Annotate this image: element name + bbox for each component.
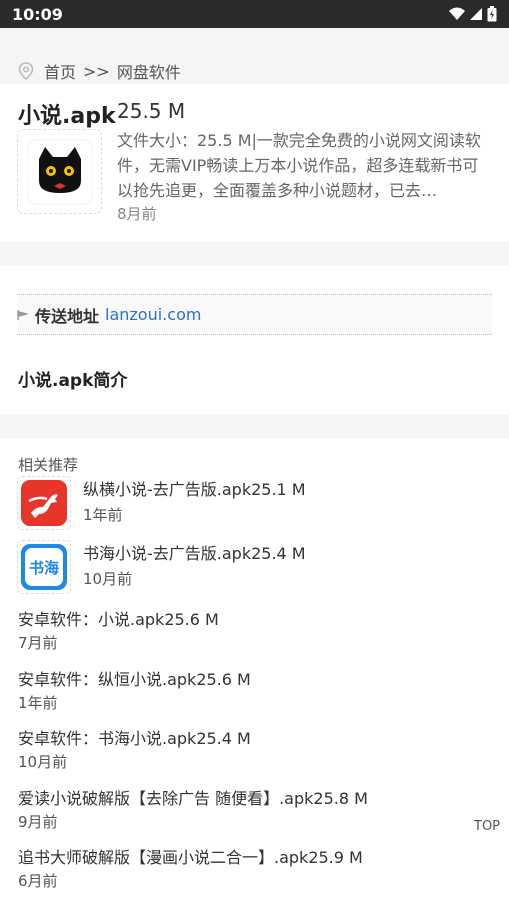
item-name: 追书大师破解版【漫画小说二合一】.apk25.9 M bbox=[18, 848, 363, 867]
transfer-address-label: 传送地址 bbox=[35, 306, 100, 326]
file-name: 小说.apk bbox=[18, 104, 116, 129]
file-size: 25.5 M bbox=[117, 99, 186, 123]
item-time: 6月前 bbox=[18, 872, 58, 890]
list-item[interactable]: 安卓软件：纵恒小说.apk25.6 M 1年前 bbox=[18, 666, 498, 722]
file-app-icon bbox=[17, 129, 102, 214]
back-to-top-button[interactable]: TOP bbox=[474, 819, 500, 834]
item-time: 10月前 bbox=[18, 753, 68, 771]
app-time: 1年前 bbox=[83, 506, 123, 524]
item-name: 安卓软件：小说.apk25.6 M bbox=[18, 610, 219, 629]
battery-icon bbox=[487, 6, 497, 22]
item-time: 7月前 bbox=[18, 634, 58, 652]
breadcrumb-separator: >> bbox=[83, 61, 110, 81]
file-description: 文件大小：25.5 M|一款完全免费的小说网文阅读软件，无需VIP畅读上万本小说… bbox=[117, 131, 481, 200]
list-item[interactable]: 爱读小说破解版【去除广告 随便看】.apk25.8 M 9月前 bbox=[18, 785, 498, 841]
status-time: 10:09 bbox=[12, 4, 63, 24]
app-name: 书海小说-去广告版.apk25.4 M bbox=[83, 544, 306, 563]
app-icon bbox=[17, 476, 71, 530]
wifi-icon bbox=[449, 7, 465, 20]
list-item[interactable]: 安卓软件：小说.apk25.6 M 7月前 bbox=[18, 606, 498, 662]
file-info-card: 小说.apk 25.5 M 文件大小：25.5 M|一款完全免费的小说网文阅读软… bbox=[0, 84, 509, 242]
related-title: 相关推荐 bbox=[18, 456, 79, 474]
list-item[interactable]: 安卓软件：书海小说.apk25.4 M 10月前 bbox=[18, 725, 498, 781]
status-bar: 10:09 bbox=[0, 0, 509, 28]
location-pin-icon bbox=[18, 62, 34, 80]
shuhai-icon-text: 书海 bbox=[25, 548, 63, 586]
breadcrumb-category-link[interactable]: 网盘软件 bbox=[117, 59, 181, 83]
app-name: 纵横小说-去广告版.apk25.1 M bbox=[83, 480, 306, 499]
item-name: 安卓软件：纵恒小说.apk25.6 M bbox=[18, 670, 251, 689]
file-time: 8月前 bbox=[117, 205, 157, 223]
transfer-address-row[interactable]: 传送地址 lanzoui.com bbox=[17, 294, 492, 335]
system-icons bbox=[449, 6, 497, 22]
list-item[interactable]: 书海 书海小说-去广告版.apk25.4 M 10月前 bbox=[17, 540, 497, 596]
black-cat-icon bbox=[26, 138, 93, 205]
transfer-address-link[interactable]: lanzoui.com bbox=[105, 305, 201, 324]
shuhai-icon: 书海 bbox=[21, 544, 67, 590]
related-recommendations: 相关推荐 纵横小说-去广告版.apk25.1 M 1年前 书海 书海小说-去广告… bbox=[0, 438, 509, 905]
zongheng-horse-icon bbox=[21, 480, 67, 526]
flag-icon bbox=[17, 309, 31, 321]
item-time: 1年前 bbox=[18, 694, 58, 712]
download-link-card: 传送地址 lanzoui.com 小说.apk简介 bbox=[0, 266, 509, 414]
list-item[interactable]: 追书大师破解版【漫画小说二合一】.apk25.9 M 6月前 bbox=[18, 844, 498, 900]
item-time: 9月前 bbox=[18, 813, 58, 831]
item-name: 爱读小说破解版【去除广告 随便看】.apk25.8 M bbox=[18, 789, 368, 808]
breadcrumb-home-link[interactable]: 首页 bbox=[44, 59, 76, 83]
signal-icon bbox=[470, 8, 482, 20]
breadcrumb: 首页 >> 网盘软件 bbox=[0, 58, 509, 84]
intro-section-title: 小说.apk简介 bbox=[18, 371, 128, 391]
app-icon: 书海 bbox=[17, 540, 71, 594]
app-time: 10月前 bbox=[83, 570, 133, 588]
list-item[interactable]: 纵横小说-去广告版.apk25.1 M 1年前 bbox=[17, 476, 497, 532]
item-name: 安卓软件：书海小说.apk25.4 M bbox=[18, 729, 251, 748]
